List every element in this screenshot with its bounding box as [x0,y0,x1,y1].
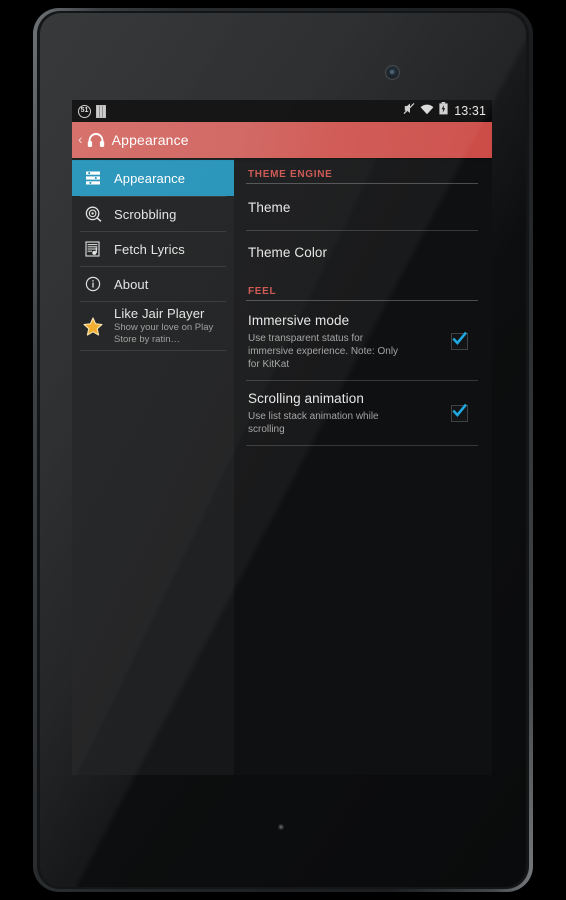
status-bar-clock: 13:31 [454,104,486,118]
preference-subtitle: Use list stack animation while scrolling [248,411,379,435]
sidebar-item-about[interactable]: About [72,267,234,301]
info-circle-icon [82,276,104,292]
sidebar-item-appearance[interactable]: Appearance [72,160,234,196]
vinyl-record-icon [82,206,104,222]
list-settings-icon [82,170,104,186]
status-bar-left: 51 [78,104,106,118]
sidebar-item-label: About [114,276,149,292]
back-chevron-icon[interactable]: ‹ [77,132,85,148]
sidebar-item-label: Fetch Lyrics [114,241,185,257]
action-bar: ‹ Appearance [72,122,492,158]
app-body: Appearance Scrobbling Fetch Lyrics About… [72,158,492,775]
preference-title: Theme Color [248,245,328,260]
preferences-pane: THEME ENGINE Theme Theme Color FEEL Imme… [234,158,492,775]
sidebar-item-text: Like Jair Player Show your love on Play … [114,306,222,346]
preference-text: Immersive mode Use transparent status fo… [248,312,451,371]
vibrate-mute-icon [403,102,415,120]
preference-text: Scrolling animation Use list stack anima… [248,390,451,436]
preference-subtitle: Use transparent status for immersive exp… [248,333,399,370]
section-header-theme-engine: THEME ENGINE [248,169,333,180]
sidebar-item-scrobbling[interactable]: Scrobbling [72,197,234,231]
preference-row-scrolling-animation[interactable]: Scrolling animation Use list stack anima… [246,381,478,445]
sidebar-item-sublabel: Show your love on Play Store by ratin… [114,322,214,345]
notification-count-badge-icon: 51 [78,104,91,118]
preference-row-theme-color[interactable]: Theme Color [246,231,478,275]
sidebar-item-fetch-lyrics[interactable]: Fetch Lyrics [72,232,234,266]
sidebar-item-label: Like Jair Player [114,306,205,321]
page-title: Appearance [111,132,189,148]
device-stage: 51 13:31 ‹ Appearance Appearance Scrobbl… [0,0,566,900]
checkmark-icon [452,331,468,345]
preference-divider [246,445,478,446]
headphones-icon [87,132,105,148]
checkbox-immersive-mode[interactable] [451,331,468,350]
front-camera [386,66,399,79]
preference-title: Scrolling animation [248,391,364,406]
preference-row-immersive-mode[interactable]: Immersive mode Use transparent status fo… [246,303,478,380]
preference-row-theme[interactable]: Theme [246,186,478,230]
bezel-indicator-dot [278,824,284,830]
sidebar-item-label: Appearance [114,170,186,186]
battery-icon [439,102,448,120]
section-rule [246,183,478,184]
wifi-icon [420,102,434,120]
sidebar-item-like-jair-player[interactable]: Like Jair Player Show your love on Play … [72,302,234,350]
preference-text: Theme Color [248,244,478,262]
section-header-feel: FEEL [248,286,277,297]
preference-title: Immersive mode [248,313,350,328]
checkbox-scrolling-animation[interactable] [451,403,468,422]
section-rule [246,300,478,301]
book-app-icon [96,104,106,118]
screen: 51 13:31 ‹ Appearance Appearance Scrobbl… [72,100,492,775]
sidebar-item-label: Scrobbling [114,206,177,222]
status-bar-right: 13:31 [403,102,486,120]
lyrics-sheet-icon [82,241,104,257]
preference-title: Theme [248,200,291,215]
sidebar-divider [80,350,226,351]
sidebar: Appearance Scrobbling Fetch Lyrics About… [72,158,234,775]
checkmark-icon [452,403,468,417]
star-icon [82,316,104,336]
preference-text: Theme [248,199,478,217]
status-bar: 51 13:31 [72,100,492,122]
